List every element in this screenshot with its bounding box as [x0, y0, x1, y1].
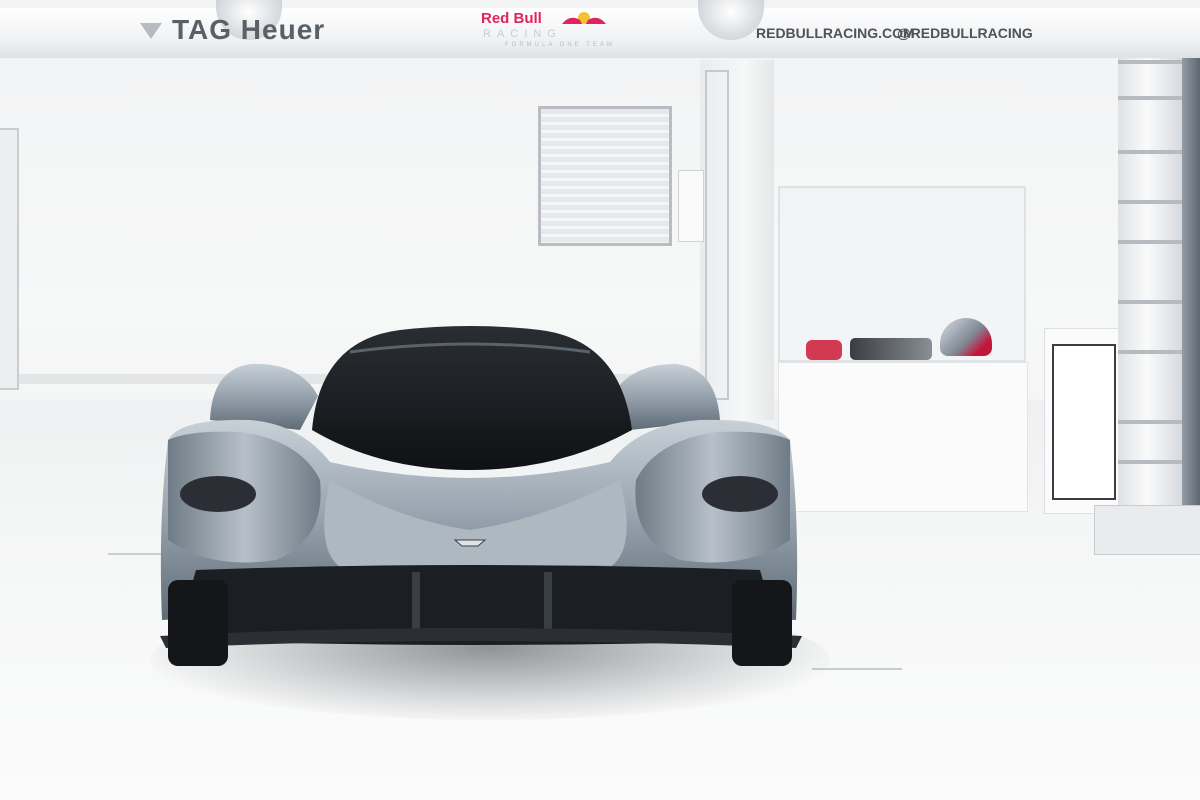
right-headlight [702, 476, 778, 512]
front-right-wheel [732, 580, 792, 666]
intake-strake [544, 572, 552, 638]
left-headlight [180, 476, 256, 512]
front-left-wheel [168, 580, 228, 666]
intake-strake [412, 572, 420, 638]
canopy [312, 326, 632, 470]
hypercar [160, 326, 802, 666]
garage-scene: TAG Heuer Red Bull RACING FORMULA ONE TE… [0, 0, 1200, 800]
